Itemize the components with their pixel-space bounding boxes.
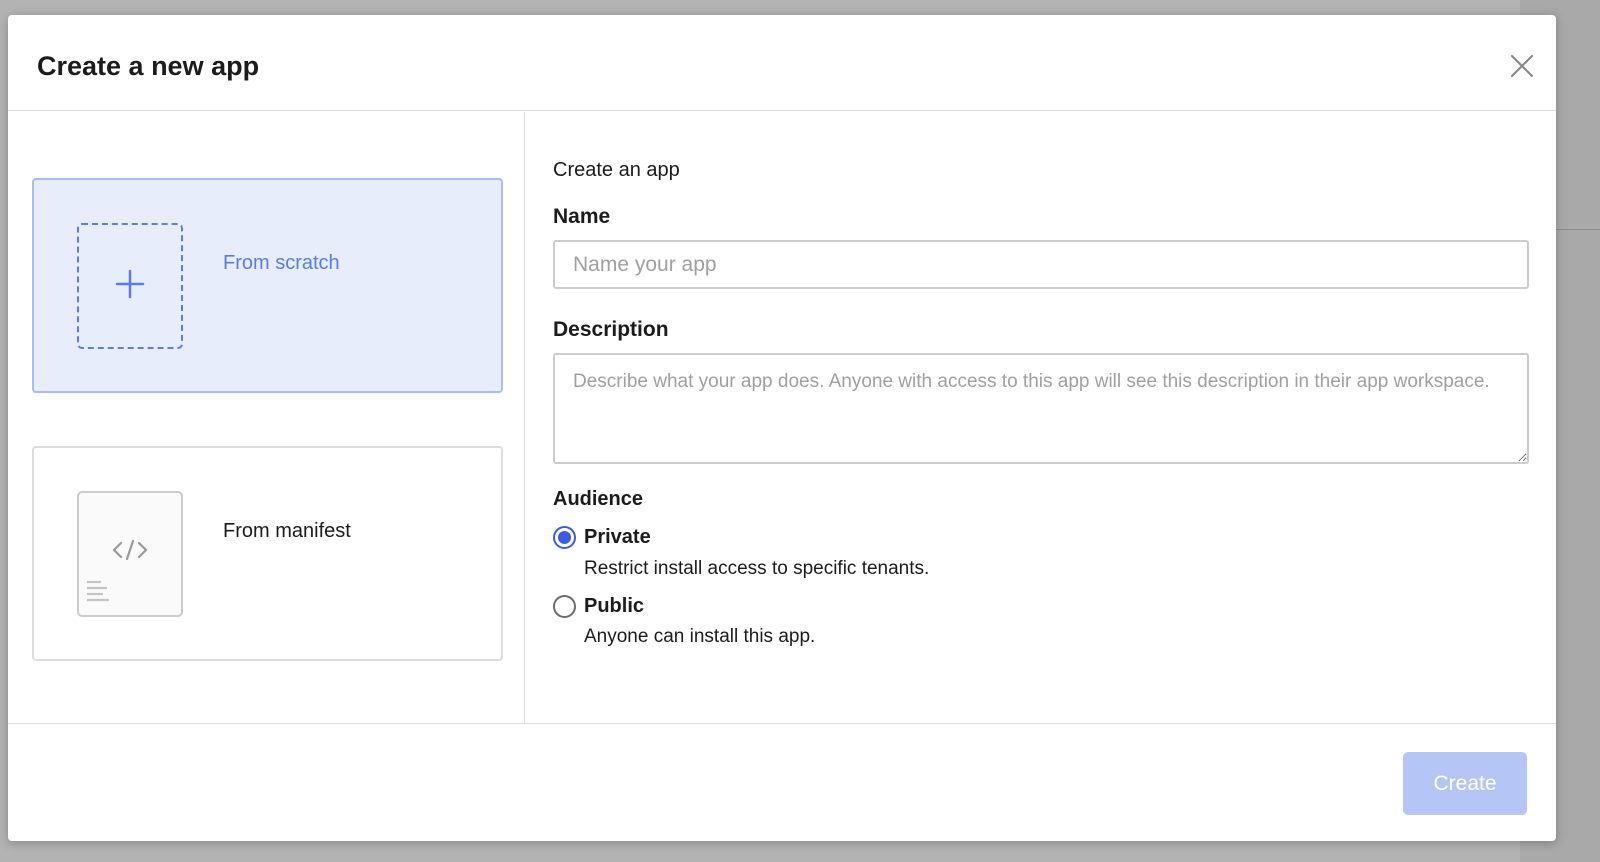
modal-header: Create a new app <box>8 15 1556 111</box>
public-label[interactable]: Public <box>584 595 644 618</box>
from-manifest-card[interactable]: From manifest <box>32 446 503 661</box>
app-form-pane: Create an app Name Description Audience … <box>526 112 1556 723</box>
scratch-thumbnail <box>77 223 183 349</box>
close-button[interactable] <box>1505 49 1539 83</box>
private-description: Restrict install access to specific tena… <box>584 558 930 579</box>
creation-options-pane: From scratch From manifest <box>8 112 525 723</box>
close-icon <box>1510 54 1534 78</box>
description-label: Description <box>553 318 669 341</box>
public-description: Anyone can install this app. <box>584 626 816 647</box>
private-label[interactable]: Private <box>584 526 651 549</box>
public-radio[interactable] <box>553 595 576 618</box>
audience-label: Audience <box>553 488 644 510</box>
backdrop-divider <box>1555 229 1600 230</box>
manifest-thumbnail <box>77 491 183 617</box>
plus-icon <box>115 269 145 299</box>
create-button[interactable]: Create <box>1403 752 1527 815</box>
from-scratch-card[interactable]: From scratch <box>32 178 503 393</box>
description-textarea[interactable] <box>553 353 1529 464</box>
private-radio[interactable] <box>553 526 576 549</box>
app-name-input[interactable] <box>553 240 1529 289</box>
form-intro: Create an app <box>553 159 680 181</box>
code-icon <box>87 539 148 602</box>
modal-footer: Create <box>8 723 1556 841</box>
from-scratch-label: From scratch <box>223 252 340 274</box>
create-app-modal: Create a new app From scratch From manif… <box>8 15 1556 841</box>
from-manifest-label: From manifest <box>223 520 351 542</box>
name-label: Name <box>553 205 611 228</box>
modal-title: Create a new app <box>37 51 260 81</box>
